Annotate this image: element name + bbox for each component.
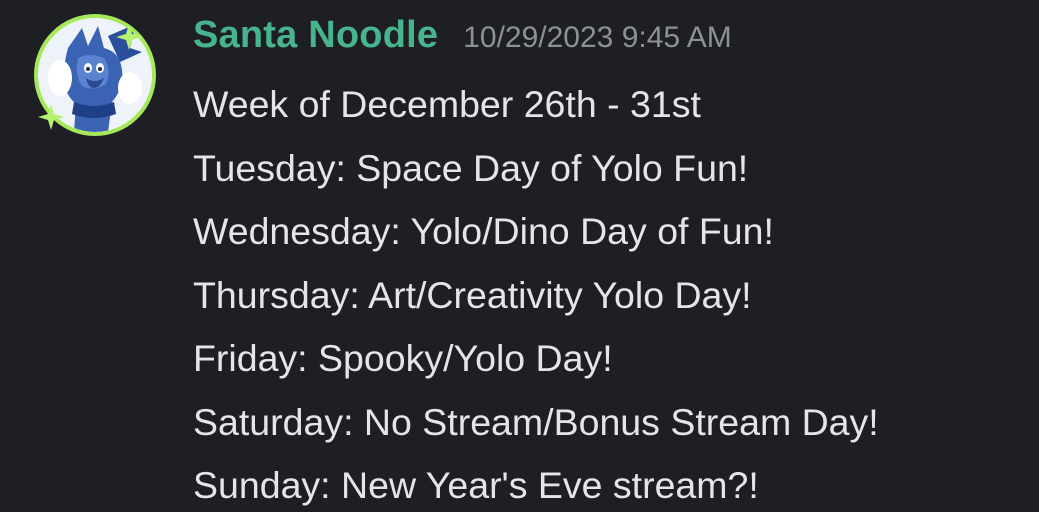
message-line: Friday: Spooky/Yolo Day! (193, 337, 613, 379)
sparkle-icon (116, 24, 142, 50)
message-line: Sunday: New Year's Eve stream?! (193, 464, 759, 506)
message-line: Tuesday: Space Day of Yolo Fun! (193, 146, 749, 189)
message-line: Thursday: Art/Creativity Yolo Day! (193, 273, 752, 316)
message-header: Santa Noodle 10/29/2023 9:45 AM (193, 14, 732, 66)
username[interactable]: Santa Noodle (193, 14, 438, 57)
message-line: Wednesday: Yolo/Dino Day of Fun! (193, 210, 774, 252)
message-line: Week of December 26th - 31st (193, 83, 701, 125)
message-line: Saturday: No Stream/Bonus Stream Day! (193, 400, 879, 443)
sparkle-icon (38, 104, 64, 130)
chat-message: Santa Noodle 10/29/2023 9:45 AM Week of … (0, 0, 1039, 512)
message-content: Week of December 26th - 31st Tuesday: Sp… (193, 73, 879, 512)
timestamp: 10/29/2023 9:45 AM (463, 21, 732, 54)
